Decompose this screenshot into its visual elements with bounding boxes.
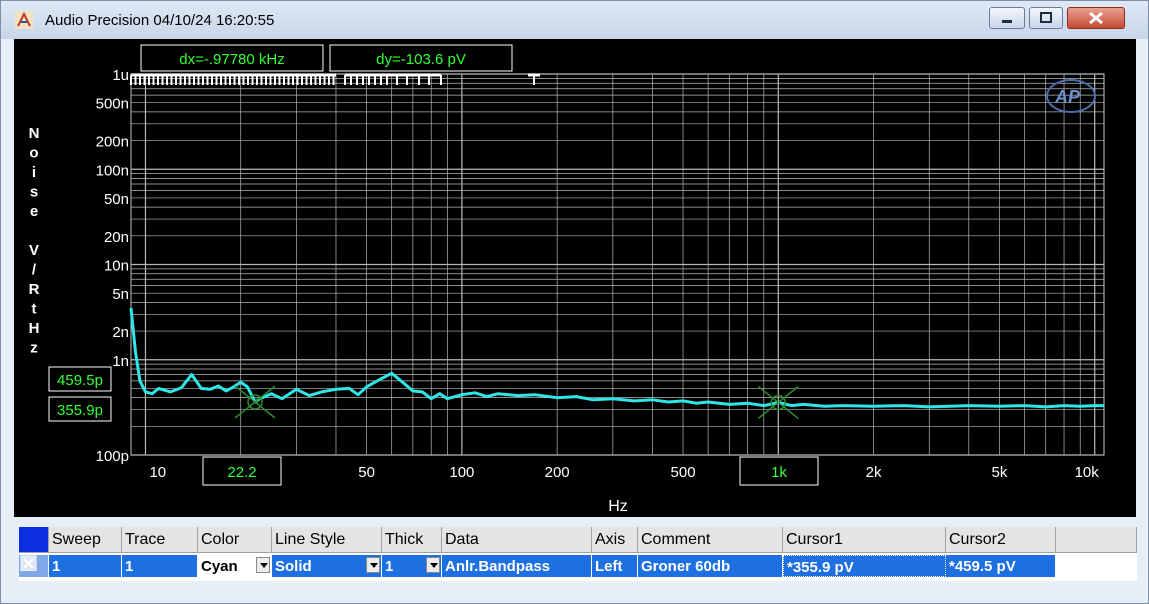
close-button[interactable] — [1067, 7, 1125, 29]
y-axis-label-char: o — [29, 145, 38, 162]
cell-cursor1[interactable]: *355.9 pV — [783, 555, 946, 577]
row-delete-checkbox[interactable] — [19, 555, 49, 577]
y-tick-label: 500n — [96, 96, 129, 113]
cursor1-x-readout: 22.2 — [202, 456, 282, 486]
y-axis-label-char: t — [32, 301, 37, 318]
maximize-button[interactable] — [1029, 7, 1063, 29]
x-tick-label: 2k — [866, 464, 882, 481]
x-axis-label: Hz — [608, 498, 628, 515]
window-title: Audio Precision 04/10/24 16:20:55 — [45, 12, 275, 29]
header-sweep[interactable]: Sweep — [49, 527, 122, 553]
cell-thick-value: 1 — [385, 558, 394, 575]
x-tick-label: 10k — [1075, 464, 1100, 481]
x-tick-label: 200 — [545, 464, 570, 481]
cursor2-x-readout: 1k — [739, 456, 819, 486]
y-axis-label-char: i — [32, 164, 36, 181]
thick-dropdown-icon[interactable] — [426, 557, 440, 573]
checkbox-x-icon — [20, 555, 37, 571]
y-tick-label: 100n — [96, 162, 129, 179]
y-tick-label: 10n — [104, 258, 129, 275]
color-dropdown-icon[interactable] — [256, 557, 270, 573]
y-axis-label-char: z — [30, 340, 38, 357]
x-tick-label: 100 — [449, 464, 474, 481]
line-style-dropdown-icon[interactable] — [366, 557, 380, 573]
svg-text:AP: AP — [1054, 87, 1081, 107]
ylabel-group: Noise V / RtHz — [29, 125, 40, 357]
y-tick-label: 200n — [96, 134, 129, 151]
cursor1-y-readout: 355.9p — [48, 396, 112, 422]
cell-data[interactable]: Anlr.Bandpass — [442, 555, 592, 577]
y-tick-label: 100p — [96, 448, 129, 465]
status-bar — [1, 585, 1148, 603]
x-tick-label: 5k — [992, 464, 1008, 481]
header-axis[interactable]: Axis — [592, 527, 638, 553]
cell-axis[interactable]: Left — [592, 555, 638, 577]
close-icon — [1089, 11, 1103, 25]
minimize-button[interactable] — [989, 7, 1025, 29]
header-filler — [1056, 527, 1137, 553]
y-tick-label: 5n — [112, 286, 129, 303]
cell-comment[interactable]: Groner 60db — [638, 555, 783, 577]
app-window: Audio Precision 04/10/24 16:20:55 10 50 10… — [0, 0, 1149, 604]
ap-logo-icon: AP — [1046, 79, 1096, 113]
y-axis-label-char: e — [30, 203, 38, 220]
y-axis-label-char: N — [29, 125, 40, 142]
dx-text: dx=-.97780 kHz — [179, 51, 284, 68]
header-comment[interactable]: Comment — [638, 527, 783, 553]
cell-sweep[interactable]: 1 — [49, 555, 122, 577]
cell-color-value: Cyan — [201, 558, 238, 575]
cell-trace[interactable]: 1 — [122, 555, 198, 577]
header-cursor2[interactable]: Cursor2 — [946, 527, 1056, 553]
header-line-style[interactable]: Line Style — [272, 527, 382, 553]
cell-cursor2[interactable]: *459.5 pV — [946, 555, 1056, 577]
cell-color-select[interactable]: Cyan — [198, 555, 272, 577]
header-cursor1[interactable]: Cursor1 — [783, 527, 946, 553]
audio-precision-logo-icon — [15, 11, 33, 29]
y-tick-label: 20n — [104, 229, 129, 246]
dy-text: dy=-103.6 pV — [376, 51, 466, 68]
y-tick-label: 1n — [112, 353, 129, 370]
noise-graph[interactable]: 10 50 100 200 500 2k 5k 10k 1u 500n 200n 100n 50n 20… — [14, 39, 1136, 517]
y-tick-label: 1u — [112, 67, 129, 84]
maximize-icon — [1040, 12, 1052, 23]
row-selector-header[interactable] — [19, 527, 49, 553]
x-tick-label: 10 — [149, 464, 166, 481]
x-tick-label: 500 — [671, 464, 696, 481]
cell-line-style-select[interactable]: Solid — [272, 555, 382, 577]
y-tick-label: 50n — [104, 191, 129, 208]
cursor2-x-text: 1k — [771, 464, 787, 481]
noise-trace — [129, 307, 1104, 409]
graph-panel[interactable]: 10 50 100 200 500 2k 5k 10k 1u 500n 200n 100n 50n 20… — [14, 39, 1136, 517]
dy-readout: dy=-103.6 pV — [329, 44, 513, 72]
y-axis-label-char: s — [30, 184, 38, 201]
cursor1-y-text: 355.9p — [57, 402, 103, 419]
title-bar: Audio Precision 04/10/24 16:20:55 — [1, 1, 1148, 39]
cursor2-y-text: 459.5p — [57, 372, 103, 389]
cell-thick-select[interactable]: 1 — [382, 555, 442, 577]
header-trace[interactable]: Trace — [122, 527, 198, 553]
x-tick-labels: 10 50 100 200 500 2k 5k 10k — [149, 464, 1099, 481]
header-color[interactable]: Color — [198, 527, 272, 553]
y-axis-label-char: H — [29, 320, 40, 337]
cursor2-y-readout: 459.5p — [48, 366, 112, 392]
header-data[interactable]: Data — [442, 527, 592, 553]
header-thick[interactable]: Thick — [382, 527, 442, 553]
y-axis-label-char: V — [29, 242, 39, 259]
cursor1-x-text: 22.2 — [227, 464, 256, 481]
y-axis-label-char: R — [29, 281, 40, 298]
trace-table: Sweep Trace Color Line Style Thick Data … — [19, 527, 1137, 581]
y-axis-label-char: / — [32, 262, 37, 279]
x-tick-label: 50 — [358, 464, 375, 481]
minimize-icon — [1002, 20, 1012, 23]
dx-readout: dx=-.97780 kHz — [140, 44, 324, 72]
trace-layer — [129, 307, 1104, 409]
cell-line-style-value: Solid — [275, 558, 312, 575]
y-tick-label: 2n — [112, 324, 129, 341]
